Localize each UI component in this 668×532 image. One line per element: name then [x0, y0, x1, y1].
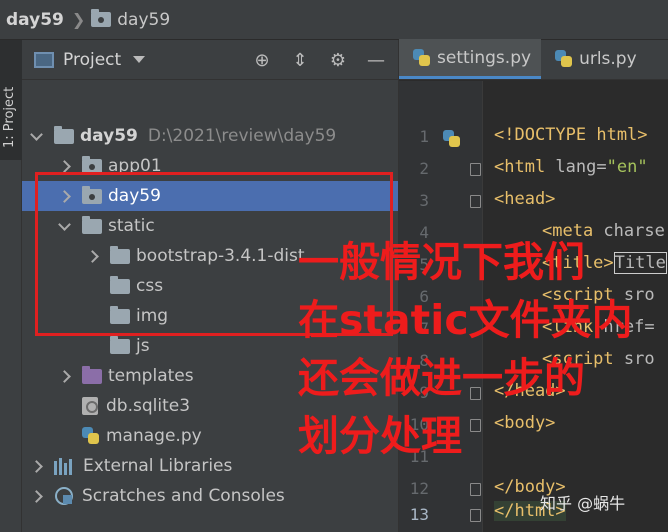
editor-tab-bar: settings.py urls.py: [399, 39, 668, 80]
fold-marker-icon[interactable]: [470, 509, 481, 522]
python-file-icon: [82, 427, 100, 445]
gear-icon[interactable]: ⚙: [326, 49, 350, 71]
annotation-line: 一般情况下我们: [298, 238, 585, 286]
breadcrumb-chevron-icon: ❯: [71, 10, 86, 29]
python-file-icon: [555, 50, 573, 68]
caret-down-icon[interactable]: [133, 56, 146, 63]
breadcrumb-project[interactable]: day59: [6, 10, 64, 30]
tree-item-path: D:\2021\review\day59: [147, 126, 337, 146]
chevron-down-icon[interactable]: [28, 121, 44, 151]
tab-settings[interactable]: settings.py: [399, 39, 542, 79]
code-token: lang=: [545, 157, 607, 177]
line-number: 12: [409, 479, 429, 498]
chevron-right-icon[interactable]: [28, 481, 44, 511]
tree-item-label: External Libraries: [83, 456, 233, 476]
tab-urls[interactable]: urls.py: [541, 39, 647, 79]
fold-marker-icon[interactable]: [470, 483, 481, 496]
code-token: <html: [494, 157, 546, 177]
templates-folder-icon: [82, 365, 102, 384]
watermark: 知乎 @蜗牛: [540, 494, 626, 513]
locate-file-icon[interactable]: ⊕: [250, 49, 274, 71]
python-file-icon: [413, 48, 431, 67]
tree-item-scratches[interactable]: Scratches and Consoles: [22, 481, 398, 511]
navigation-breadcrumb: day59 ❯ day59: [0, 0, 668, 40]
annotation-line: 在static文件夹内: [298, 296, 633, 344]
code-line: <head>: [494, 189, 555, 209]
library-icon: [54, 457, 76, 475]
project-panel-header: Project ⊕ ⇕ ⚙ —: [22, 40, 398, 80]
project-tool-tab-label: 1: Project: [2, 86, 17, 148]
line-number: 13: [409, 505, 429, 524]
line-number: 1: [419, 127, 429, 146]
tab-label: settings.py: [437, 47, 532, 68]
panel-toolbar: ⊕ ⇕ ⚙ —: [250, 49, 388, 71]
fold-marker-icon[interactable]: [470, 195, 481, 208]
folder-icon: [110, 335, 130, 354]
project-window-icon: [34, 51, 54, 68]
annotation-line: 还会做进一步的: [298, 354, 585, 402]
chevron-right-icon[interactable]: [56, 361, 72, 391]
line-number: 2: [419, 159, 429, 178]
tree-item-label: js: [136, 336, 150, 356]
tree-item-label: manage.py: [106, 426, 202, 446]
folder-icon: [54, 125, 74, 144]
folder-icon: [91, 9, 112, 27]
python-run-icon[interactable]: [443, 130, 461, 148]
collapse-all-icon[interactable]: ⇕: [288, 49, 312, 71]
fold-marker-icon[interactable]: [470, 163, 481, 176]
scratches-icon: [54, 486, 74, 506]
tree-item-label: Scratches and Consoles: [82, 486, 285, 506]
annotation-text: 一般情况下我们 在static文件夹内 还会做进一步的 划分处理: [298, 233, 633, 465]
code-line: <html lang="en": [494, 157, 648, 177]
minimize-icon[interactable]: —: [364, 49, 388, 71]
left-tool-strip: 1: Project: [0, 40, 22, 532]
code-token: <!DOCTYPE html>: [494, 125, 648, 145]
code-token: "en": [606, 157, 648, 177]
tree-item-label: db.sqlite3: [106, 396, 191, 416]
tab-label: urls.py: [579, 49, 637, 69]
tree-item-label: templates: [108, 366, 194, 386]
chevron-right-icon[interactable]: [28, 451, 44, 481]
annotation-line: 划分处理: [298, 412, 462, 460]
code-token: <head>: [494, 189, 556, 209]
line-number: 3: [419, 191, 429, 210]
breadcrumb-folder[interactable]: day59: [117, 10, 170, 30]
project-tool-tab[interactable]: 1: Project: [0, 40, 22, 160]
database-file-icon: [82, 397, 98, 415]
project-view-selector[interactable]: Project: [63, 50, 121, 70]
code-line: <!DOCTYPE html>: [494, 125, 648, 145]
tree-item-label: day59: [80, 126, 138, 146]
tree-item-root[interactable]: day59 D:\2021\review\day59: [22, 121, 398, 151]
